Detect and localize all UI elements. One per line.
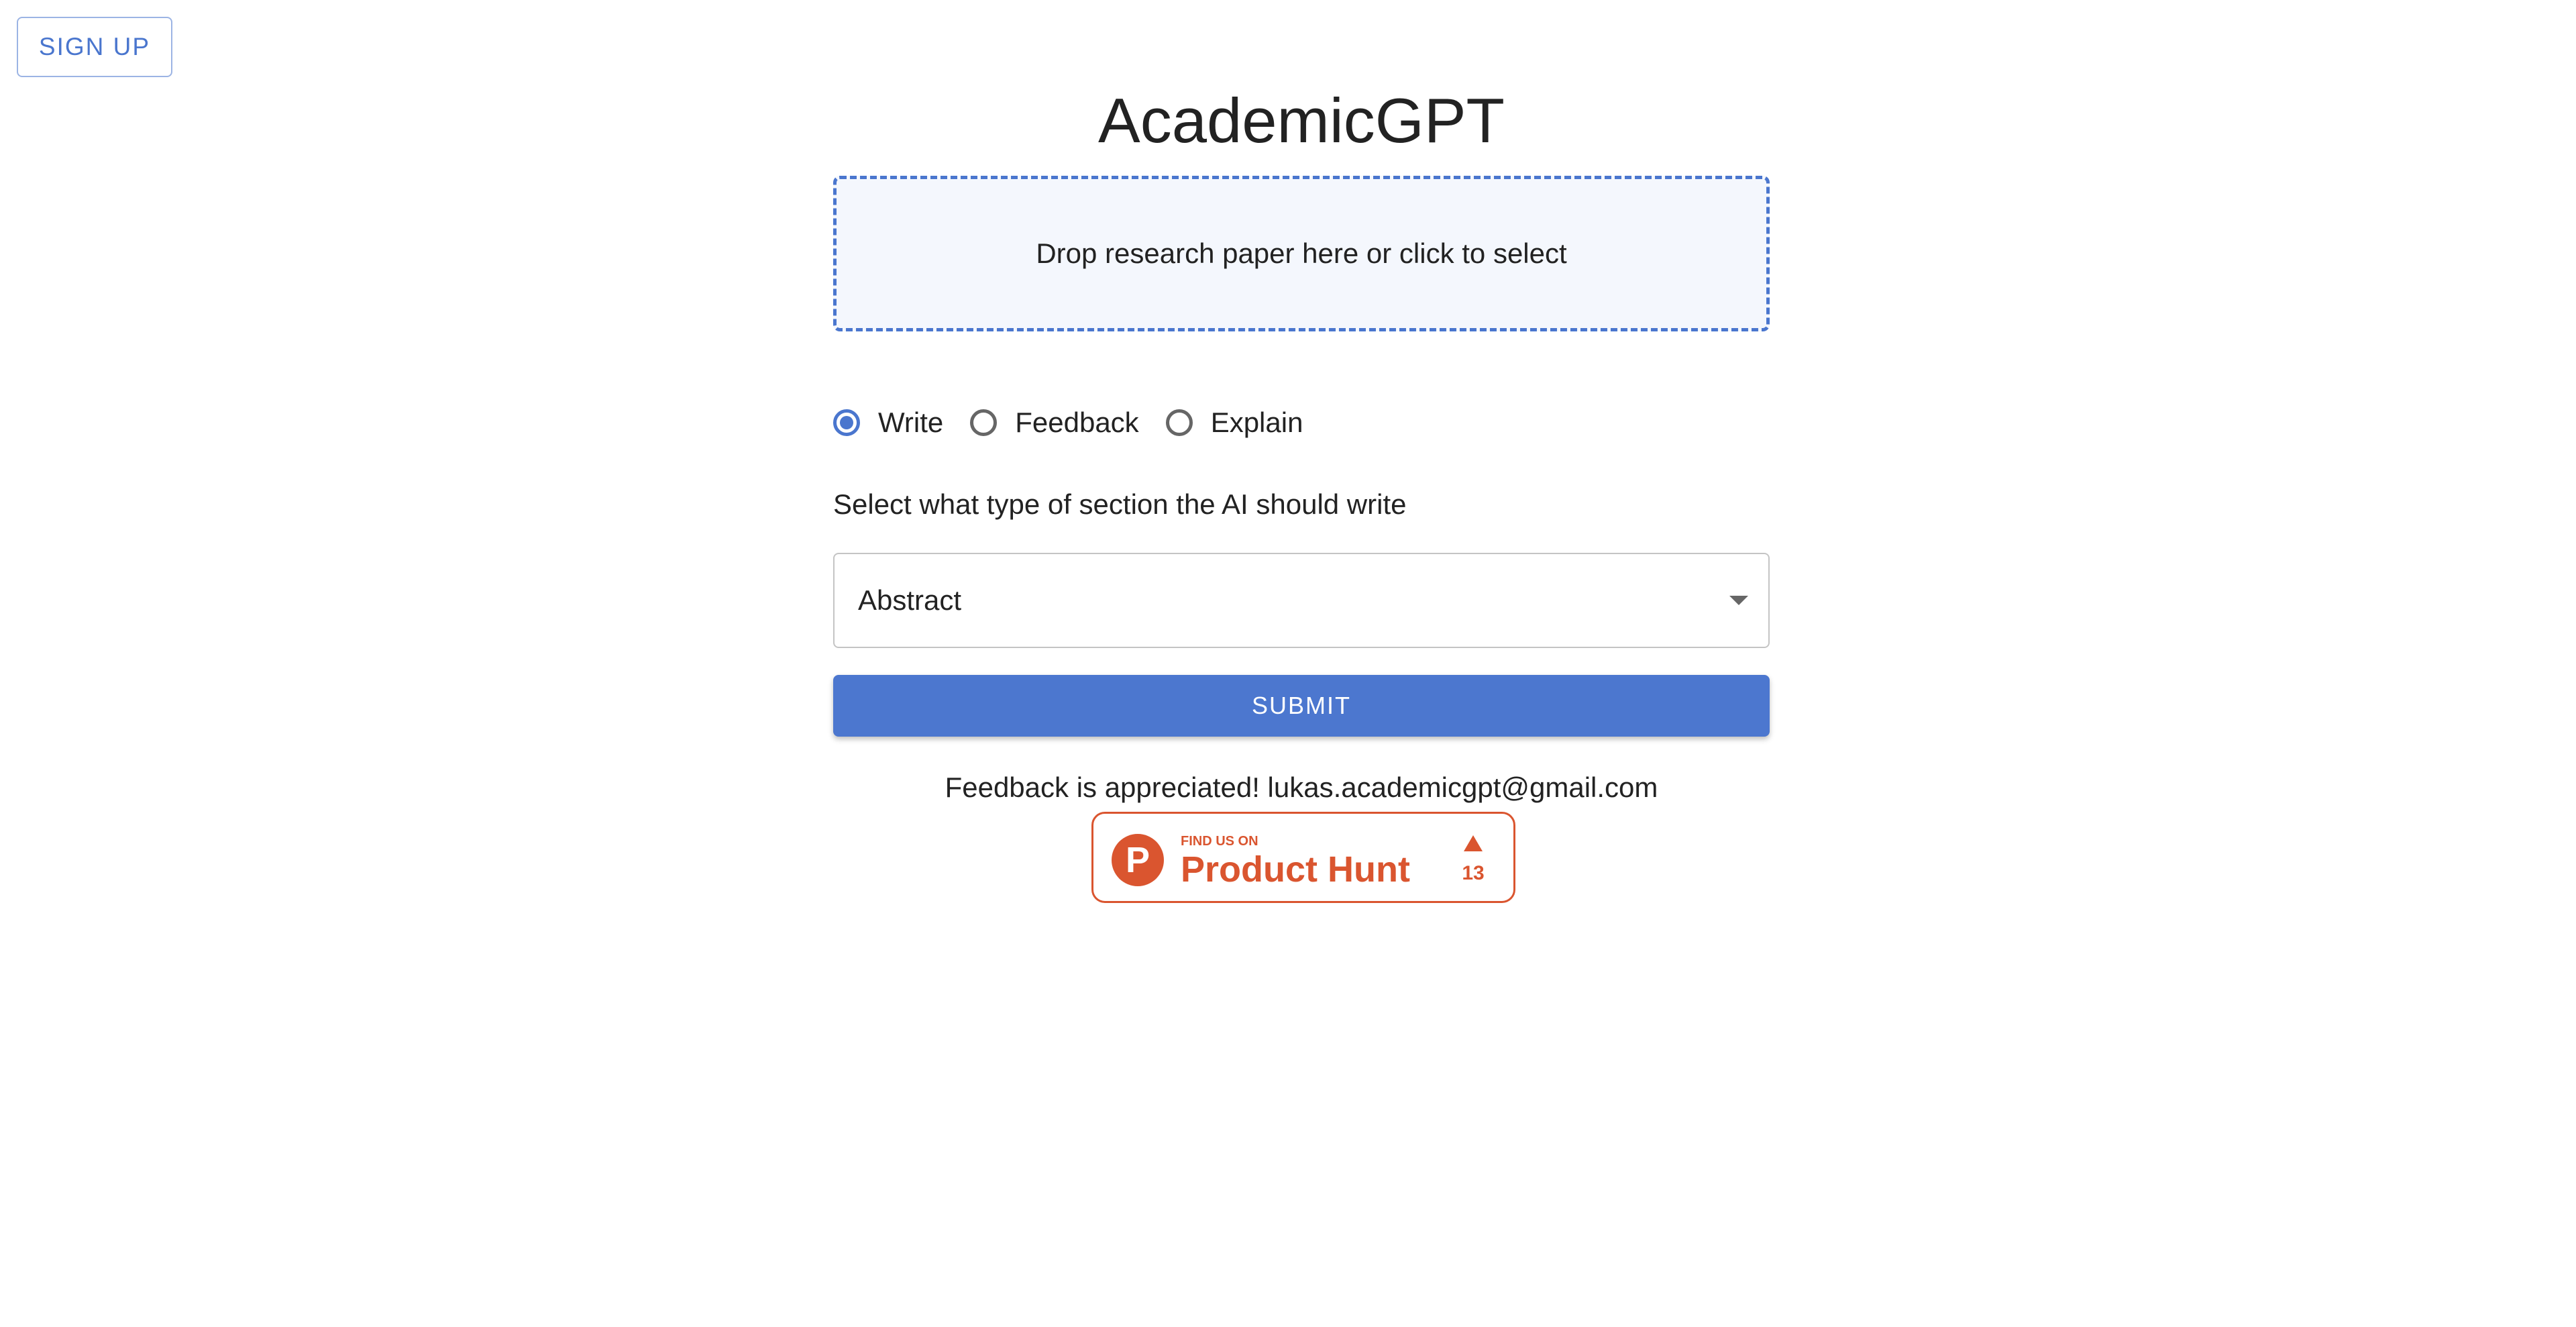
section-type-prompt: Select what type of section the AI shoul… <box>833 488 1407 520</box>
mode-option-feedback[interactable]: Feedback <box>970 407 1139 439</box>
upvote-arrow-icon <box>1464 835 1483 851</box>
product-hunt-badge[interactable]: P FIND US ON Product Hunt 13 <box>1091 812 1515 903</box>
dropzone-text: Drop research paper here or click to sel… <box>1036 237 1567 269</box>
mode-option-label: Explain <box>1210 407 1303 438</box>
section-select-value: Abstract <box>858 584 962 616</box>
radio-unchecked-icon[interactable] <box>970 409 998 436</box>
product-hunt-small-text: FIND US ON <box>1181 834 1258 849</box>
upvote-count: 13 <box>1462 862 1485 884</box>
mode-option-explain[interactable]: Explain <box>1165 407 1303 439</box>
mode-option-label: Write <box>878 407 944 438</box>
chevron-down-icon[interactable] <box>1729 596 1748 605</box>
paper-dropzone[interactable]: Drop research paper here or click to sel… <box>833 176 1770 331</box>
mode-option-label: Feedback <box>1015 407 1139 438</box>
product-hunt-name: Product Hunt <box>1181 849 1410 890</box>
section-type-select[interactable]: Abstract <box>833 553 1770 648</box>
feedback-contact-text: Feedback is appreciated! lukas.academicg… <box>945 772 1658 803</box>
mode-radio-group: Write Feedback Explain <box>833 403 1330 443</box>
radio-checked-icon[interactable] <box>833 409 860 436</box>
radio-unchecked-icon[interactable] <box>1165 409 1193 436</box>
submit-button[interactable]: SUBMIT <box>833 675 1770 737</box>
sign-up-button[interactable]: SIGN UP <box>17 17 172 77</box>
product-hunt-logo-icon: P <box>1112 834 1164 886</box>
mode-option-write[interactable]: Write <box>833 407 943 439</box>
page-title: AcademicGPT <box>1098 85 1505 156</box>
